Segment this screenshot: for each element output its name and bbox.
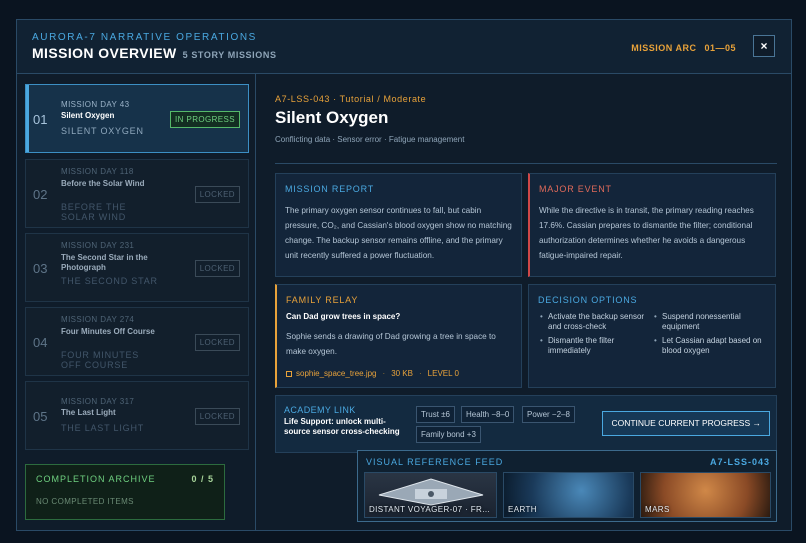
mission-day: MISSION DAY 231 (61, 241, 135, 250)
mission-day: MISSION DAY 317 (61, 397, 135, 406)
mission-number: 03 (33, 261, 48, 276)
attachment-level: LEVEL 0 (427, 369, 459, 378)
feed-thumbnail-voyager[interactable]: DISTANT VOYAGER-07 · FR... (364, 472, 497, 518)
mission-number: 02 (33, 187, 48, 202)
major-event-card: MAJOR EVENT While the directive is in tr… (528, 173, 776, 277)
mission-subtitle: SILENT OXYGEN (61, 126, 144, 136)
mission-item-02[interactable]: 02 MISSION DAY 118 Before the Solar Wind… (25, 159, 249, 228)
page-title-text: MISSION OVERVIEW (32, 45, 177, 61)
feed-thumbnail-mars[interactable]: MARS (640, 472, 771, 518)
attachment-name: sophie_space_tree.jpg (296, 369, 377, 378)
decision-option[interactable]: Dismantle the filter immediately (540, 336, 648, 356)
feed-thumbnail-earth[interactable]: EARTH (503, 472, 634, 518)
mission-report-card: MISSION REPORT The primary oxygen sensor… (275, 173, 522, 277)
mission-number: 01 (33, 112, 48, 127)
completion-archive[interactable]: COMPLETION ARCHIVE 0 / 5 NO COMPLETED IT… (25, 464, 225, 520)
status-badge: IN PROGRESS (170, 111, 240, 128)
major-event-text: While the directive is in transit, the p… (539, 206, 754, 260)
archive-note: NO COMPLETED ITEMS (36, 497, 134, 506)
mission-detail: A7-LSS-043 · Tutorial / Moderate Silent … (256, 74, 791, 530)
effect-chip: Power −2–8 (522, 406, 575, 423)
decision-option[interactable]: Let Cassian adapt based on blood oxygen (654, 336, 767, 356)
attachment[interactable]: sophie_space_tree.jpg · 30 KB · LEVEL 0 (286, 369, 459, 378)
status-badge: LOCKED (194, 186, 240, 203)
thumbnail-label: EARTH (508, 505, 537, 514)
mission-day: MISSION DAY 43 (61, 100, 130, 109)
mission-number: 04 (33, 335, 48, 350)
mission-arc: MISSION ARC 01—05 (623, 43, 736, 53)
mission-item-03[interactable]: 03 MISSION DAY 231 The Second Star in th… (25, 233, 249, 302)
archive-count: 0 / 5 (191, 474, 214, 484)
mission-subtitle: FOUR MINUTES OFF COURSE (61, 350, 140, 370)
visual-reference-feed: VISUAL REFERENCE FEED A7-LSS-043 DISTANT… (357, 450, 777, 522)
mission-subtitle: THE SECOND STAR (61, 276, 158, 286)
mission-day: MISSION DAY 274 (61, 315, 135, 324)
effect-chip: Trust ±6 (416, 406, 455, 423)
effect-chip: Family bond +3 (416, 426, 481, 443)
family-relay-title: FAMILY RELAY (286, 295, 359, 305)
thumbnail-label: MARS (645, 505, 670, 514)
academy-link-title: ACADEMY LINK (284, 405, 356, 415)
mission-number: 05 (33, 409, 48, 424)
academy-link-panel: ACADEMY LINK Life Support: unlock multi-… (275, 395, 777, 453)
attachment-size: 30 KB (391, 369, 413, 378)
mission-subtitle: BEFORE THE SOLAR WIND (61, 202, 127, 222)
mission-name: Silent Oxygen (61, 111, 115, 120)
header: AURORA-7 NARRATIVE OPERATIONS MISSION OV… (17, 20, 791, 74)
page-title: MISSION OVERVIEW 5 STORY MISSIONS (32, 45, 277, 61)
mission-count: 5 STORY MISSIONS (182, 50, 277, 60)
mission-name: The Last Light (61, 408, 116, 417)
mission-arc-label: MISSION ARC (631, 43, 697, 53)
header-subtitle: AURORA-7 NARRATIVE OPERATIONS (32, 32, 257, 43)
feed-code: A7-LSS-043 (709, 457, 770, 467)
mission-day: MISSION DAY 118 (61, 167, 134, 176)
mission-list: 01 MISSION DAY 43 Silent Oxygen SILENT O… (17, 74, 256, 530)
mission-report-text: The primary oxygen sensor continues to f… (285, 206, 512, 260)
mission-item-05[interactable]: 05 MISSION DAY 317 The Last Light THE LA… (25, 381, 249, 450)
feed-title: VISUAL REFERENCE FEED (366, 457, 504, 467)
family-relay-text: Sophie sends a drawing of Dad growing a … (286, 332, 496, 356)
mission-subtitle: THE LAST LIGHT (61, 423, 145, 433)
thumbnail-label: DISTANT VOYAGER-07 · FR... (369, 505, 491, 514)
archive-title: COMPLETION ARCHIVE (36, 474, 156, 484)
close-button[interactable]: × (753, 35, 775, 57)
mission-name: Four Minutes Off Course (61, 327, 155, 336)
major-event-title: MAJOR EVENT (539, 184, 612, 194)
status-badge: LOCKED (194, 408, 240, 425)
file-icon (286, 370, 292, 377)
divider (275, 163, 777, 164)
decision-options-card: DECISION OPTIONS Activate the backup sen… (528, 284, 776, 388)
decision-option[interactable]: Activate the backup sensor and cross-che… (540, 312, 648, 332)
mission-code: A7-LSS-043 · Tutorial / Moderate (275, 94, 427, 104)
family-relay-card: FAMILY RELAY Can Dad grow trees in space… (275, 284, 522, 388)
family-relay-question: Can Dad grow trees in space? (286, 312, 401, 321)
mission-tags: Conflicting data · Sensor error · Fatigu… (275, 135, 465, 144)
mission-item-04[interactable]: 04 MISSION DAY 274 Four Minutes Off Cour… (25, 307, 249, 376)
mission-report-title: MISSION REPORT (285, 184, 375, 194)
academy-link-text: Life Support: unlock multi-source sensor… (284, 417, 400, 436)
mission-title: Silent Oxygen (275, 108, 389, 127)
mission-arc-range: 01—05 (704, 43, 736, 53)
effect-chip: Health −8–0 (461, 406, 515, 423)
mission-name: The Second Star in the Photograph (61, 253, 148, 272)
continue-progress-button[interactable]: CONTINUE CURRENT PROGRESS → (602, 411, 770, 436)
decision-options-title: DECISION OPTIONS (538, 295, 638, 305)
decision-option[interactable]: Suspend nonessential equipment (654, 312, 767, 332)
mission-overview-window: AURORA-7 NARRATIVE OPERATIONS MISSION OV… (16, 19, 792, 531)
status-badge: LOCKED (194, 334, 240, 351)
mission-name: Before the Solar Wind (61, 179, 145, 188)
mission-item-01[interactable]: 01 MISSION DAY 43 Silent Oxygen SILENT O… (25, 84, 249, 153)
status-badge: LOCKED (194, 260, 240, 277)
